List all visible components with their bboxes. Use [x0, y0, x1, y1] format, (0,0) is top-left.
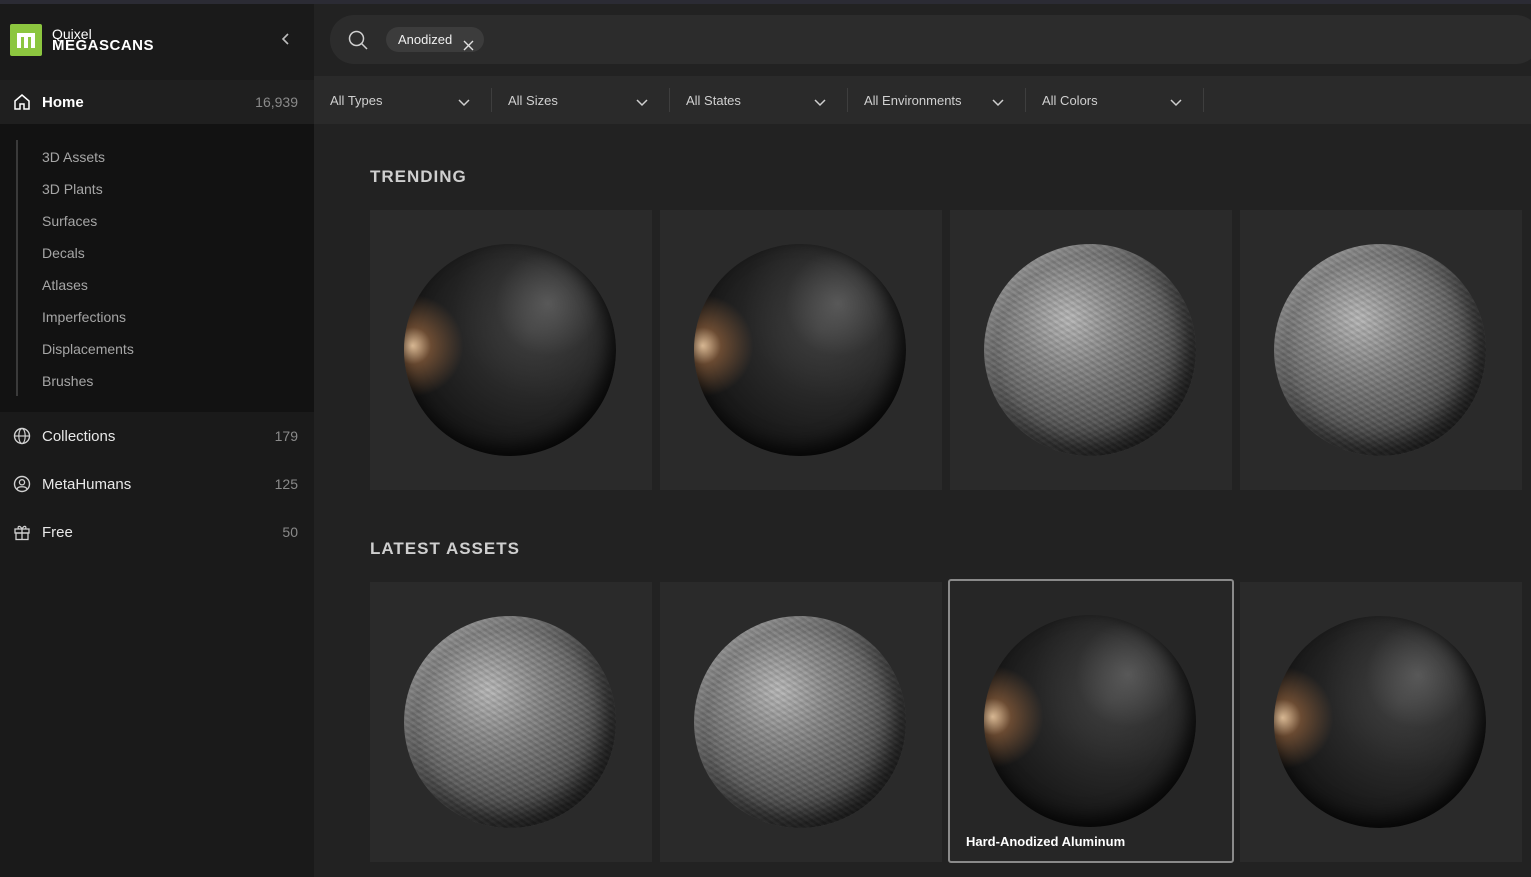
section-title-latest-assets: LATEST ASSETS [370, 539, 520, 558]
main-content: Anodized All Types All Sizes All States … [314, 4, 1531, 877]
search-icon [348, 30, 368, 55]
filter-label: All Colors [1042, 92, 1098, 108]
chevron-down-icon [992, 95, 1004, 113]
asset-card[interactable] [1240, 210, 1522, 490]
filter-label: All Sizes [508, 92, 558, 108]
chevron-down-icon [814, 95, 826, 113]
filter-environments-dropdown[interactable]: All Environments [848, 76, 1026, 124]
asset-preview-sphere [694, 616, 906, 828]
asset-preview-sphere [404, 244, 616, 456]
asset-preview-sphere [984, 615, 1196, 827]
globe-icon [13, 427, 31, 445]
nav-item-collections[interactable]: Collections 179 [0, 416, 314, 456]
asset-card[interactable] [1240, 582, 1522, 862]
asset-card[interactable] [660, 210, 942, 490]
filter-sizes-dropdown[interactable]: All Sizes [492, 76, 670, 124]
subnav-item-3d-assets[interactable]: 3D Assets [42, 149, 105, 165]
asset-card[interactable] [370, 582, 652, 862]
asset-card[interactable] [660, 582, 942, 862]
asset-card[interactable] [370, 210, 652, 490]
filter-label: All Environments [864, 92, 962, 108]
nav-item-home[interactable]: Home 16,939 [0, 80, 314, 124]
nav-item-count: 179 [274, 428, 298, 444]
search-bar[interactable]: Anodized [330, 15, 1531, 64]
close-icon[interactable] [463, 34, 474, 59]
filter-states-dropdown[interactable]: All States [670, 76, 848, 124]
collapse-sidebar-icon[interactable] [278, 31, 294, 47]
home-subnav: 3D Assets 3D Plants Surfaces Decals Atla… [0, 124, 314, 412]
nav-item-metahumans[interactable]: MetaHumans 125 [0, 464, 314, 504]
search-filter-chip[interactable]: Anodized [386, 27, 485, 52]
nav-item-count: 16,939 [255, 94, 298, 110]
home-icon [13, 93, 31, 111]
asset-preview-sphere [694, 244, 906, 456]
nav-item-label: Free [42, 523, 73, 541]
subnav-item-atlases[interactable]: Atlases [42, 277, 88, 293]
filter-types-dropdown[interactable]: All Types [314, 76, 492, 124]
chevron-down-icon [636, 95, 648, 113]
filter-label: All States [686, 92, 741, 108]
subnav-divider [16, 140, 18, 396]
gift-icon [13, 523, 31, 541]
nav-item-count: 125 [274, 476, 298, 492]
asset-card-hovered[interactable]: Hard-Anodized Aluminum [948, 579, 1234, 863]
search-chip-label: Anodized [398, 32, 453, 47]
subnav-item-surfaces[interactable]: Surfaces [42, 213, 97, 229]
asset-preview-sphere [984, 244, 1196, 456]
subnav-item-displacements[interactable]: Displacements [42, 341, 134, 357]
nav-item-count: 50 [282, 524, 298, 540]
filter-bar: All Types All Sizes All States All Envir… [314, 76, 1531, 124]
nav-item-label: Home [42, 93, 84, 111]
nav-item-label: MetaHumans [42, 475, 132, 493]
filter-label: All Types [330, 92, 383, 108]
brand-name-bottom: MEGASCANS [52, 37, 155, 54]
asset-card[interactable] [950, 210, 1232, 490]
megascans-logo-icon [10, 24, 42, 56]
asset-preview-sphere [1274, 244, 1486, 456]
filter-divider [1203, 88, 1204, 112]
filter-colors-dropdown[interactable]: All Colors [1026, 76, 1204, 124]
chevron-down-icon [458, 95, 470, 113]
brand-logo[interactable]: Quixel MEGASCANS [10, 24, 154, 56]
asset-preview-sphere [1274, 616, 1486, 828]
asset-preview-sphere [404, 616, 616, 828]
nav-item-label: Collections [42, 427, 116, 445]
asset-card-title: Hard-Anodized Aluminum [966, 834, 1126, 849]
nav-item-free[interactable]: Free 50 [0, 512, 314, 552]
subnav-item-brushes[interactable]: Brushes [42, 373, 93, 389]
user-circle-icon [13, 475, 31, 493]
sidebar: Quixel MEGASCANS Home 16,939 3D Assets 3… [0, 4, 314, 877]
section-title-trending: TRENDING [370, 167, 467, 186]
subnav-item-decals[interactable]: Decals [42, 245, 85, 261]
subnav-item-imperfections[interactable]: Imperfections [42, 309, 126, 325]
subnav-item-3d-plants[interactable]: 3D Plants [42, 181, 103, 197]
chevron-down-icon [1170, 95, 1182, 113]
